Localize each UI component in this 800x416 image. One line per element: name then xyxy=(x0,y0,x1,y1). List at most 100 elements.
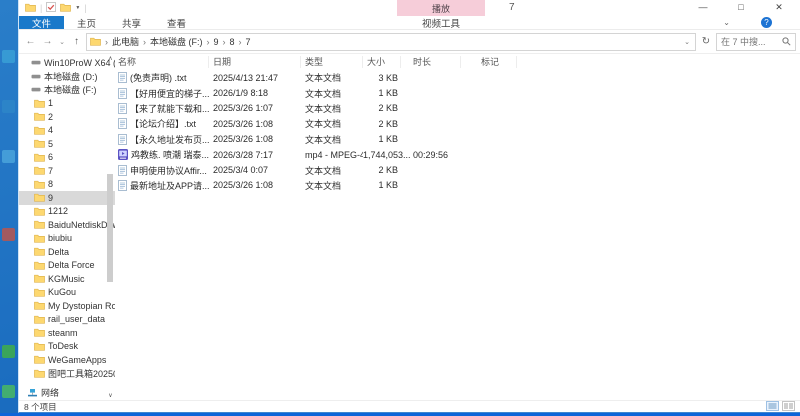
navigation-pane: Win10ProW X64 (C本地磁盘 (D:)本地磁盘 (F:)124567… xyxy=(19,54,115,400)
file-row[interactable]: 【论坛介绍】.txt2025/3/26 1:08文本文档2 KB xyxy=(115,116,800,131)
sidebar-item-4[interactable]: 4 xyxy=(19,124,115,138)
sidebar-item-Delta Force[interactable]: Delta Force xyxy=(19,259,115,273)
folder-icon xyxy=(34,288,45,297)
desktop-icon[interactable] xyxy=(2,228,15,241)
sidebar-item-label: KGMusic xyxy=(48,274,85,284)
refresh-icon[interactable]: ↻ xyxy=(698,36,714,47)
sidebar-item-My Dystopian Ro[interactable]: My Dystopian Ro xyxy=(19,299,115,313)
sidebar-item-label: 网络 xyxy=(41,386,59,399)
folder-icon xyxy=(34,99,45,108)
file-row[interactable]: (免责声明) .txt2025/4/13 21:47文本文档3 KB xyxy=(115,70,800,85)
file-duration: 00:29:56 xyxy=(401,150,461,160)
file-row[interactable]: 鸡教练. 喷潮 瑞泰...2026/3/28 7:17mp4 - MPEG-4 … xyxy=(115,147,800,162)
up-icon[interactable]: ↑ xyxy=(69,36,84,47)
column-header-name[interactable]: ⌃名称 xyxy=(115,56,209,68)
column-header-type[interactable]: 类型 xyxy=(301,56,363,68)
text-file-icon xyxy=(118,165,127,176)
desktop-icon[interactable] xyxy=(2,50,15,63)
minimize-button[interactable]: — xyxy=(684,0,722,15)
sidebar-item-5[interactable]: 5 xyxy=(19,137,115,151)
sidebar-item-label: 本地磁盘 (F:) xyxy=(44,83,97,96)
file-date: 2026/1/9 8:18 xyxy=(209,88,301,98)
desktop-icon[interactable] xyxy=(2,100,15,113)
sidebar-item-WeGameApps[interactable]: WeGameApps xyxy=(19,353,115,367)
file-date: 2025/3/4 0:07 xyxy=(209,165,301,175)
sidebar-item-KuGou[interactable]: KuGou xyxy=(19,286,115,300)
customize-quick-access-icon[interactable]: ▼ xyxy=(75,5,80,11)
details-view-icon[interactable] xyxy=(766,401,779,413)
sidebar-item-网络[interactable]: 网络 xyxy=(19,386,115,400)
sidebar-item-steanm[interactable]: steanm xyxy=(19,326,115,340)
sidebar-item-Win10ProW X64 (C[interactable]: Win10ProW X64 (C xyxy=(19,56,115,70)
file-row[interactable]: 【永久地址发布页...2025/3/26 1:08文本文档1 KB xyxy=(115,132,800,147)
folder-icon xyxy=(34,112,45,121)
tab-view[interactable]: 查看 xyxy=(154,16,199,29)
recent-locations-icon[interactable]: ⌄ xyxy=(57,38,67,46)
text-file-icon xyxy=(118,72,127,83)
tab-home[interactable]: 主页 xyxy=(64,16,109,29)
desktop-icon[interactable] xyxy=(2,345,15,358)
file-row[interactable]: 最新地址及APP请...2025/3/26 1:08文本文档1 KB xyxy=(115,178,800,193)
column-header-duration[interactable]: 时长 xyxy=(401,56,461,68)
column-header-size[interactable]: 大小 xyxy=(363,56,401,68)
sidebar-item-1212[interactable]: 1212 xyxy=(19,205,115,219)
new-folder-icon[interactable] xyxy=(60,0,71,17)
forward-icon[interactable]: → xyxy=(40,36,55,47)
file-name: 最新地址及APP请... xyxy=(130,179,209,192)
sidebar-item-KGMusic[interactable]: KGMusic xyxy=(19,272,115,286)
file-row[interactable]: 【好用便宜的梯子...2026/1/9 8:18文本文档1 KB xyxy=(115,85,800,100)
tab-share[interactable]: 共享 xyxy=(109,16,154,29)
folder-icon xyxy=(34,369,45,378)
desktop-icon[interactable] xyxy=(2,150,15,163)
scroll-down-icon[interactable]: ∨ xyxy=(106,392,115,399)
file-name-cell: 鸡教练. 喷潮 瑞泰... xyxy=(115,148,209,161)
file-row[interactable]: 【来了就能下载和...2025/3/26 1:07文本文档2 KB xyxy=(115,101,800,116)
breadcrumb[interactable]: ›此电脑›本地磁盘 (F:)›9›8›7⌄ xyxy=(86,33,696,51)
contextual-group-play[interactable]: 播放 xyxy=(397,0,485,16)
sidebar-item-label: BaiduNetdiskDow xyxy=(48,220,115,230)
sidebar-item-ToDesk[interactable]: ToDesk xyxy=(19,340,115,354)
tab-file[interactable]: 文件 xyxy=(19,16,64,29)
expand-ribbon-icon[interactable]: ⌄ xyxy=(723,16,730,29)
sidebar-item-label: 8 xyxy=(48,179,53,189)
file-size: 1 KB xyxy=(363,88,401,98)
breadcrumb-item[interactable]: 本地磁盘 (F:) xyxy=(150,35,203,48)
file-name-cell: 【永久地址发布页... xyxy=(115,133,209,146)
maximize-button[interactable]: □ xyxy=(722,0,760,15)
sidebar-item-Delta[interactable]: Delta xyxy=(19,245,115,259)
sidebar-scrollbar[interactable]: ∧ ∨ xyxy=(106,54,115,400)
tab-video-tools[interactable]: 视频工具 xyxy=(397,16,485,29)
sidebar-item-7[interactable]: 7 xyxy=(19,164,115,178)
file-type: 文本文档 xyxy=(301,102,363,115)
scroll-up-icon[interactable]: ∧ xyxy=(106,55,115,62)
sidebar-item-图吧工具箱202502[interactable]: 图吧工具箱202502 xyxy=(19,367,115,381)
help-icon[interactable]: ? xyxy=(761,17,772,28)
sidebar-item-BaiduNetdiskDow[interactable]: BaiduNetdiskDow xyxy=(19,218,115,232)
separator: | xyxy=(84,2,86,14)
sidebar-item-label: 7 xyxy=(48,166,53,176)
desktop-icon[interactable] xyxy=(2,385,15,398)
file-row[interactable]: 申明使用协议Affir...2025/3/4 0:07文本文档2 KB xyxy=(115,162,800,177)
address-dropdown-icon[interactable]: ⌄ xyxy=(684,38,692,46)
sidebar-item-8[interactable]: 8 xyxy=(19,178,115,192)
scrollbar-thumb[interactable] xyxy=(107,174,113,282)
sidebar-item-本地磁盘 (F:)[interactable]: 本地磁盘 (F:) xyxy=(19,83,115,97)
properties-icon[interactable] xyxy=(46,0,56,17)
sidebar-item-9[interactable]: 9 xyxy=(19,191,115,205)
sidebar-item-rail_user_data[interactable]: rail_user_data xyxy=(19,313,115,327)
sidebar-item-2[interactable]: 2 xyxy=(19,110,115,124)
thumbnails-view-icon[interactable] xyxy=(782,401,795,413)
view-switcher xyxy=(766,401,795,413)
column-header-date[interactable]: 日期 xyxy=(209,56,301,68)
back-icon[interactable]: ← xyxy=(23,36,38,47)
file-type: 文本文档 xyxy=(301,179,363,192)
sidebar-item-6[interactable]: 6 xyxy=(19,151,115,165)
close-button[interactable]: ✕ xyxy=(760,0,798,15)
breadcrumb-item[interactable]: 7 xyxy=(246,37,251,47)
breadcrumb-item[interactable]: 此电脑 xyxy=(112,35,139,48)
sidebar-item-本地磁盘 (D:)[interactable]: 本地磁盘 (D:) xyxy=(19,70,115,84)
sidebar-item-1[interactable]: 1 xyxy=(19,97,115,111)
search-input[interactable] xyxy=(721,37,782,47)
sidebar-item-biubiu[interactable]: biubiu xyxy=(19,232,115,246)
column-header-tags[interactable]: 标记 xyxy=(461,56,517,68)
